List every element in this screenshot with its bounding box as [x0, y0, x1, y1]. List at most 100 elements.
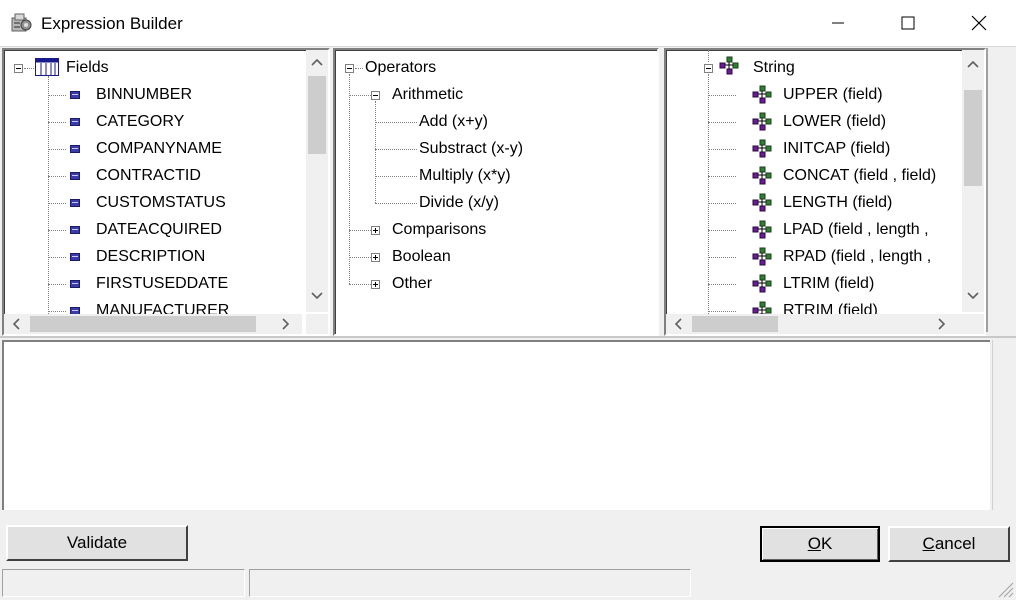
arithmetic-group[interactable]: Arithmetic [392, 83, 463, 107]
expression-editor[interactable] [2, 340, 990, 510]
field-item[interactable]: DATEACQUIRED [96, 218, 222, 242]
field-item[interactable]: FIRSTUSEDDATE [96, 272, 228, 296]
scroll-up-icon[interactable] [963, 54, 983, 74]
tree-connector [708, 74, 709, 314]
functions-tree-pane[interactable]: String UPPER (field) LOWER (field) INITC… [664, 48, 986, 336]
function-item[interactable]: RPAD (field , length , [783, 245, 931, 269]
boolean-group[interactable]: Boolean [392, 245, 451, 269]
expand-icon[interactable] [371, 253, 380, 262]
function-icon [752, 193, 772, 212]
scroll-thumb[interactable] [308, 76, 326, 154]
function-icon [752, 112, 772, 131]
function-icon [752, 139, 772, 158]
function-item[interactable]: UPPER (field) [783, 83, 883, 107]
tree-connector [349, 284, 371, 285]
expand-icon[interactable] [371, 226, 380, 235]
operators-tree-pane[interactable]: Operators Arithmetic Add (x+y) Substract… [333, 48, 659, 336]
scroll-right-icon[interactable] [276, 314, 296, 334]
fields-root-label[interactable]: Fields [66, 56, 109, 80]
scroll-left-icon[interactable] [668, 314, 688, 334]
tree-connector [708, 311, 736, 312]
cancel-button[interactable]: Cancel [888, 526, 1010, 562]
fields-horizontal-scrollbar[interactable] [4, 314, 302, 334]
comparisons-group[interactable]: Comparisons [392, 218, 486, 242]
field-item[interactable]: BINNUMBER [96, 83, 192, 107]
functions-horizontal-scrollbar[interactable] [666, 314, 962, 334]
function-item[interactable]: LENGTH (field) [783, 191, 892, 215]
field-icon [70, 145, 80, 153]
expression-side-strip [992, 340, 1015, 510]
fields-tree-pane[interactable]: Fields BINNUMBER CATEGORY COMPANYNAME CO… [2, 48, 330, 336]
function-item[interactable]: LPAD (field , length , [783, 218, 929, 242]
function-item[interactable]: INITCAP (field) [783, 137, 890, 161]
tree-connector [375, 122, 417, 123]
minimize-button[interactable] [815, 0, 861, 46]
other-group[interactable]: Other [392, 272, 432, 296]
fields-vertical-scrollbar[interactable] [306, 50, 328, 312]
ok-button[interactable]: OK [760, 526, 880, 562]
tree-connector [48, 311, 66, 312]
field-item[interactable]: CONTRACTID [96, 164, 201, 188]
field-item[interactable]: CUSTOMSTATUS [96, 191, 226, 215]
tree-connector [349, 257, 371, 258]
tree-connector [708, 230, 736, 231]
tree-connector [708, 176, 736, 177]
field-icon [70, 280, 80, 288]
scroll-up-icon[interactable] [307, 52, 327, 72]
field-icon [70, 199, 80, 207]
function-icon [752, 274, 772, 293]
minimize-icon [832, 22, 844, 24]
splitter[interactable] [0, 336, 1016, 338]
scroll-thumb[interactable] [964, 90, 982, 186]
collapse-icon[interactable] [704, 64, 713, 73]
tree-connector [708, 50, 709, 62]
operator-item[interactable]: Multiply (x*y) [419, 164, 511, 188]
scroll-left-icon[interactable] [6, 314, 26, 334]
tree-connector [708, 284, 736, 285]
function-item[interactable]: LOWER (field) [783, 110, 886, 134]
scroll-thumb[interactable] [692, 316, 778, 332]
tree-connector [48, 76, 49, 316]
operator-item[interactable]: Add (x+y) [419, 110, 488, 134]
status-panel [249, 569, 691, 597]
field-item[interactable]: CATEGORY [96, 110, 184, 134]
resize-grip-icon[interactable] [994, 578, 1014, 598]
function-icon [752, 85, 772, 104]
ok-label-rest: K [820, 534, 833, 553]
collapse-icon[interactable] [371, 91, 380, 100]
string-group-label[interactable]: String [753, 56, 795, 80]
app-icon [11, 12, 33, 34]
operator-item[interactable]: Substract (x-y) [419, 137, 523, 161]
scroll-corner [306, 314, 328, 334]
tree-connector [708, 95, 736, 96]
field-item[interactable]: DESCRIPTION [96, 245, 205, 269]
scroll-down-icon[interactable] [307, 286, 327, 306]
field-icon [70, 226, 80, 234]
scroll-down-icon[interactable] [963, 286, 983, 306]
tree-connector [355, 68, 363, 69]
close-button[interactable] [956, 0, 1002, 46]
tree-connector [48, 230, 66, 231]
validate-button[interactable]: Validate [6, 525, 188, 561]
scroll-right-icon[interactable] [932, 314, 952, 334]
function-item[interactable]: CONCAT (field , field) [783, 164, 936, 188]
scroll-corner [962, 314, 984, 334]
function-item[interactable]: LTRIM (field) [783, 272, 874, 296]
expand-icon[interactable] [371, 280, 380, 289]
tree-connector [708, 203, 736, 204]
functions-vertical-scrollbar[interactable] [962, 50, 984, 312]
tree-connector [48, 95, 66, 96]
field-item[interactable]: COMPANYNAME [96, 137, 222, 161]
function-icon [752, 166, 772, 185]
operators-root-label[interactable]: Operators [365, 56, 436, 80]
collapse-icon[interactable] [345, 64, 354, 73]
cancel-label-rest: ancel [934, 534, 976, 553]
title-bar: Expression Builder [0, 0, 1016, 47]
collapse-icon[interactable] [14, 64, 23, 73]
field-icon [70, 118, 80, 126]
maximize-button[interactable] [885, 0, 931, 46]
right-splitter[interactable] [986, 48, 1014, 332]
function-icon [752, 247, 772, 266]
scroll-thumb[interactable] [30, 316, 256, 332]
operator-item[interactable]: Divide (x/y) [419, 191, 499, 215]
